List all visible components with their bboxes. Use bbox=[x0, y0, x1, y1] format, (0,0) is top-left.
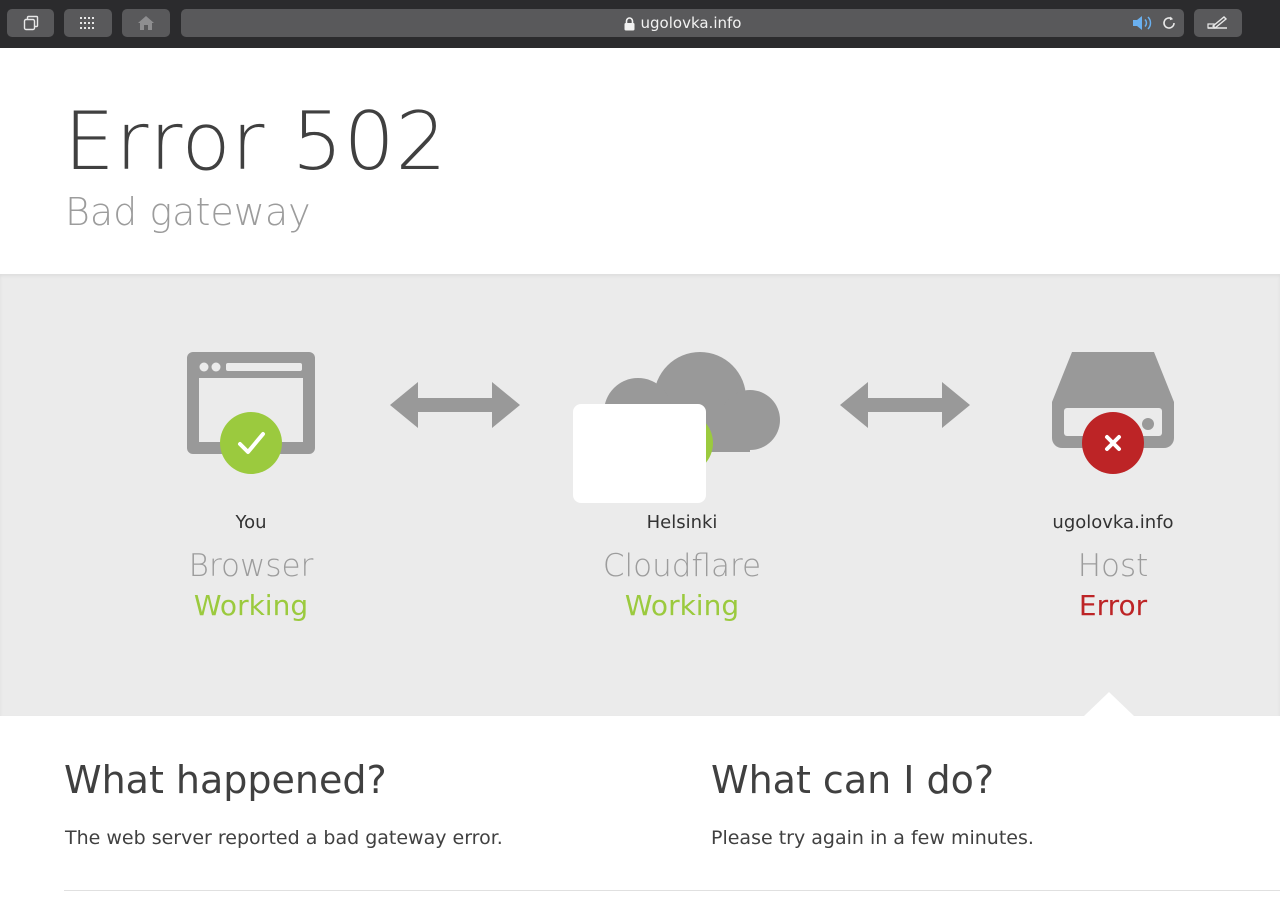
url-text: ugolovka.info bbox=[640, 14, 742, 32]
double-arrow-icon-2 bbox=[840, 382, 970, 428]
double-arrow-icon bbox=[390, 382, 520, 428]
node-name: Cloudflare bbox=[602, 548, 762, 584]
page-title: Error 502 bbox=[64, 95, 448, 188]
node-status: Error bbox=[1078, 589, 1148, 622]
node-name: Browser bbox=[188, 548, 314, 584]
reload-icon[interactable] bbox=[1161, 15, 1177, 31]
node-status: Working bbox=[193, 589, 309, 622]
grid-icon bbox=[80, 17, 94, 29]
what-can-i-do-text: Please try again in a few minutes. bbox=[711, 827, 1034, 849]
error-badge-icon bbox=[1082, 412, 1144, 474]
browser-toolbar: ugolovka.info bbox=[0, 0, 1280, 48]
page-subtitle: Bad gateway bbox=[65, 190, 311, 234]
what-happened-text: The web server reported a bad gateway er… bbox=[65, 827, 503, 849]
lock-icon bbox=[624, 16, 635, 30]
speaker-icon[interactable] bbox=[1132, 15, 1154, 31]
address-bar[interactable]: ugolovka.info bbox=[181, 9, 1184, 37]
pencil-icon bbox=[1207, 16, 1228, 29]
divider bbox=[64, 890, 1280, 891]
node-location: Helsinki bbox=[646, 512, 718, 533]
band-pointer bbox=[1084, 692, 1134, 716]
edit-button[interactable] bbox=[1194, 9, 1242, 37]
check-badge-icon bbox=[220, 412, 282, 474]
what-can-i-do-heading: What can I do? bbox=[711, 758, 995, 802]
home-button[interactable] bbox=[122, 9, 170, 37]
apps-grid-button[interactable] bbox=[64, 9, 112, 37]
node-name: Host bbox=[1077, 548, 1149, 584]
node-browser: You Browser Working bbox=[101, 512, 401, 642]
tabs-icon bbox=[23, 15, 38, 31]
node-location: ugolovka.info bbox=[1052, 512, 1174, 533]
node-location: You bbox=[235, 512, 267, 533]
redaction-box bbox=[573, 404, 706, 503]
tabs-button[interactable] bbox=[7, 9, 54, 37]
what-happened-heading: What happened? bbox=[64, 758, 387, 802]
url-display: ugolovka.info bbox=[181, 9, 1184, 37]
node-cloudflare: Helsinki Cloudflare Working bbox=[532, 512, 832, 642]
home-icon bbox=[138, 16, 154, 30]
node-host: ugolovka.info Host Error bbox=[963, 512, 1263, 642]
node-status: Working bbox=[624, 589, 740, 622]
